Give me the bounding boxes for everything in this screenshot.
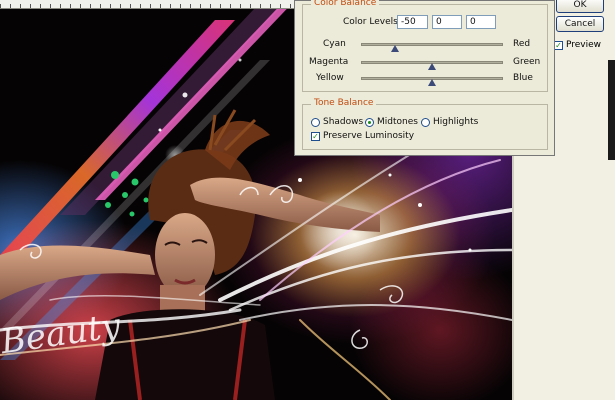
preserve-luminosity-checkbox[interactable]: ✓ <box>311 132 320 141</box>
highlights-label: Highlights <box>433 117 479 127</box>
color-levels-label: Color Levels: <box>343 17 401 27</box>
woman-face <box>155 213 215 320</box>
magenta-green-slider-thumb[interactable] <box>428 63 436 70</box>
yellow-blue-slider-thumb[interactable] <box>428 79 436 86</box>
slider-label-cyan: Cyan <box>323 39 346 49</box>
slider-label-magenta: Magenta <box>309 57 349 67</box>
color-balance-group: Color Balance Color Levels: -50 0 0 Cyan… <box>302 0 548 92</box>
shadows-label: Shadows <box>323 117 364 127</box>
ok-button[interactable]: OK <box>556 0 604 13</box>
midtones-label: Midtones <box>377 117 418 127</box>
horizontal-ruler <box>0 0 295 9</box>
shadows-radio[interactable] <box>311 118 320 127</box>
slider-label-red: Red <box>513 39 531 49</box>
cyan-red-slider-track[interactable] <box>361 43 503 46</box>
highlights-radio[interactable] <box>421 118 430 127</box>
color-level-cyan-red-field[interactable]: -50 <box>397 15 428 29</box>
cancel-button[interactable]: Cancel <box>556 16 604 32</box>
slider-label-blue: Blue <box>513 73 533 83</box>
slider-label-yellow: Yellow <box>316 73 344 83</box>
preview-checkbox[interactable]: ✓ <box>554 41 563 50</box>
tone-balance-title: Tone Balance <box>311 98 377 108</box>
slider-label-green: Green <box>513 57 541 67</box>
color-level-yellow-blue-field[interactable]: 0 <box>466 15 496 29</box>
preserve-luminosity-label: Preserve Luminosity <box>323 131 415 141</box>
panel-scrollbar[interactable] <box>608 60 615 160</box>
midtones-radio[interactable] <box>365 118 374 127</box>
color-balance-title: Color Balance <box>311 0 380 8</box>
color-balance-dialog: Color Balance Color Levels: -50 0 0 Cyan… <box>294 0 555 156</box>
color-level-magenta-green-field[interactable]: 0 <box>432 15 462 29</box>
diagonal-light-beams <box>0 0 296 360</box>
cyan-red-slider-thumb[interactable] <box>391 45 399 52</box>
tone-balance-group: Tone Balance Shadows Midtones Highlights… <box>302 98 548 150</box>
preview-label: Preview <box>566 40 602 50</box>
